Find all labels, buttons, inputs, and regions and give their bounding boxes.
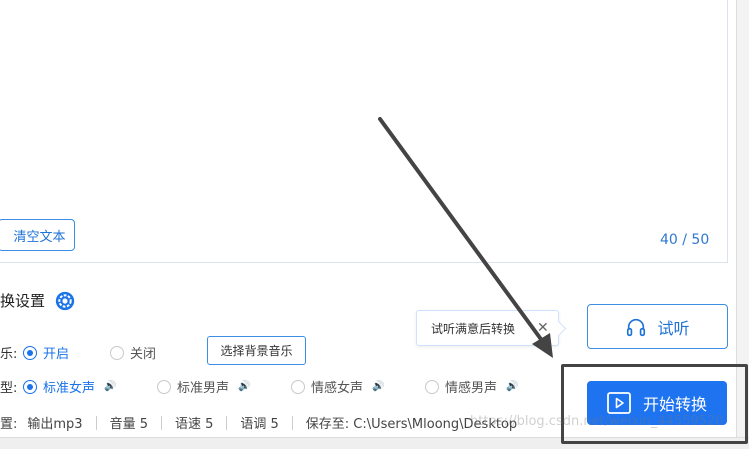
voice-radio-standard-female[interactable]: 标准女声 🔊 [23, 377, 116, 396]
radio-dot [425, 379, 439, 394]
voice-label: 情感女声 [311, 381, 364, 396]
pitch-value[interactable]: 语调 5 [240, 413, 278, 432]
divider [160, 415, 162, 430]
music-on-radio[interactable]: 开启 [23, 343, 69, 362]
speaker-icon[interactable]: 🔊 [372, 381, 384, 392]
headphones-icon [627, 318, 646, 336]
radio-dot [23, 345, 37, 360]
speaker-icon[interactable]: 🔊 [104, 381, 116, 392]
voice-radio-standard-male[interactable]: 标准男声 🔊 [157, 377, 250, 396]
divider [95, 415, 97, 430]
background-music-label: 乐: [0, 347, 18, 362]
voice-radio-emotional-female[interactable]: 情感女声 🔊 [291, 377, 384, 396]
output-format[interactable]: 输出mp3 [27, 413, 82, 432]
divider [291, 415, 293, 430]
listen-hint-tooltip: 试听满意后转换 ✕ [416, 310, 559, 346]
radio-dot [291, 379, 305, 394]
music-on-label: 开启 [43, 347, 70, 362]
listen-label: 试听 [657, 318, 690, 338]
speaker-icon[interactable]: 🔊 [506, 381, 518, 392]
gear-icon[interactable] [54, 290, 76, 312]
speaker-icon[interactable]: 🔊 [238, 381, 250, 392]
voice-label: 标准男声 [177, 381, 230, 396]
radio-dot [23, 379, 37, 394]
output-settings-summary: 置: 输出mp3 音量 5 语速 5 语调 5 保存至: C:\Users\Ml… [0, 413, 517, 432]
tooltip-text: 试听满意后转换 [431, 321, 516, 336]
music-off-radio[interactable]: 关闭 [110, 343, 156, 362]
voice-label: 标准女声 [43, 381, 96, 396]
settings-label: 置: [0, 417, 18, 432]
speed-value[interactable]: 语速 5 [175, 413, 213, 432]
voice-label: 情感男声 [445, 381, 498, 396]
clear-text-button[interactable]: 清空文本 [0, 219, 75, 251]
radio-dot [110, 345, 124, 360]
voice-radio-emotional-male[interactable]: 情感男声 🔊 [425, 377, 518, 396]
text-input-area[interactable] [0, 0, 728, 263]
voice-type-label: 型: [0, 381, 18, 396]
close-icon[interactable]: ✕ [537, 320, 549, 336]
play-icon [607, 392, 631, 414]
divider [226, 415, 228, 430]
radio-dot [157, 379, 171, 394]
music-off-label: 关闭 [130, 347, 157, 362]
watermark: https://blog.csdn.net/weixin_44559520 [470, 414, 724, 429]
section-title: 换设置 [0, 292, 46, 310]
choose-background-music-button[interactable]: 选择背景音乐 [207, 336, 306, 365]
listen-button[interactable]: 试听 [587, 304, 728, 349]
character-counter: 40 / 50 [660, 232, 710, 248]
start-label: 开始转换 [642, 395, 707, 414]
volume-value[interactable]: 音量 5 [110, 413, 148, 432]
